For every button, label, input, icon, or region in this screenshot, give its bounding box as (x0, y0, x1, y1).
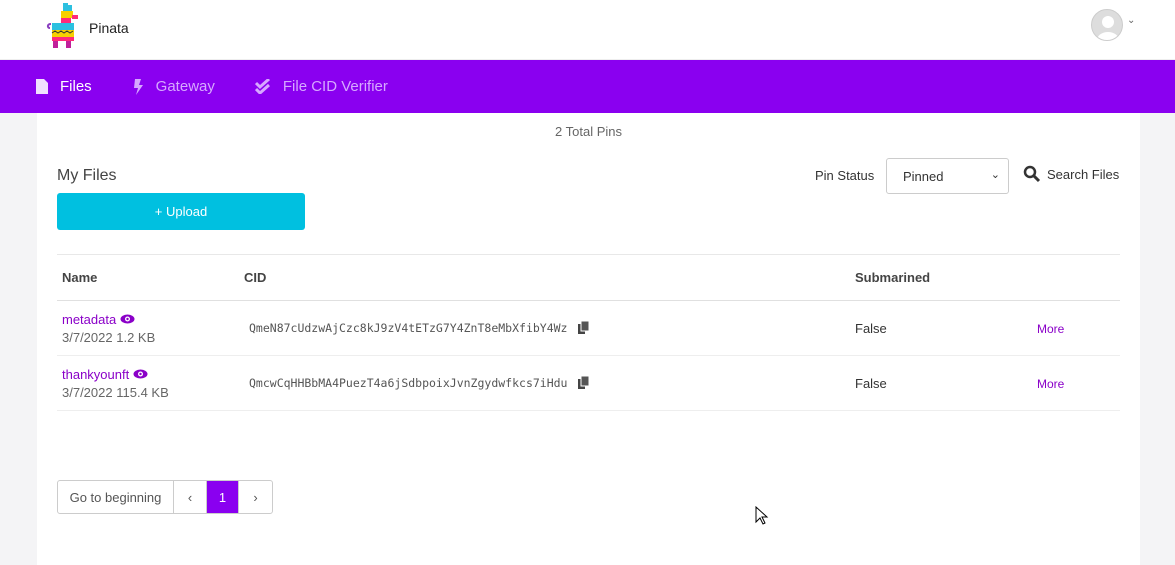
total-pins: 2 Total Pins (555, 124, 622, 139)
chevron-right-icon: › (253, 489, 258, 505)
chevron-down-icon: ⌄ (990, 169, 1000, 181)
more-cell: More (1009, 300, 1120, 356)
go-to-beginning-button[interactable]: Go to beginning (58, 481, 174, 513)
file-name-link[interactable]: metadata (62, 312, 116, 327)
table-row: thankyounft 3/7/2022 115.4 KB QmcwCqHHBbM… (57, 355, 1120, 411)
name-cell: metadata 3/7/2022 1.2 KB (57, 300, 239, 356)
more-button[interactable]: More (1037, 377, 1064, 391)
upload-button[interactable]: + Upload (57, 193, 305, 230)
brand-name: Pinata (89, 20, 129, 36)
col-name: Name (57, 254, 239, 301)
file-date: 3/7/2022 (62, 384, 113, 400)
search-label: Search Files (1047, 166, 1120, 182)
nav-files[interactable]: Files (36, 78, 92, 95)
pin-status-value: Pinned (903, 169, 944, 184)
eye-icon[interactable] (133, 369, 148, 379)
eye-icon[interactable] (120, 314, 135, 324)
nav-label: Files (60, 78, 92, 95)
more-cell: More (1009, 355, 1120, 411)
main-nav: Files Gateway File CID Verifier (0, 60, 1175, 113)
nav-label: File CID Verifier (282, 78, 388, 95)
file-size: 115.4 KB (116, 384, 169, 400)
chevron-down-icon[interactable]: ⌄ (1127, 15, 1135, 26)
file-icon (36, 79, 48, 94)
file-name-link[interactable]: thankyounft (62, 367, 129, 382)
prev-page-button[interactable]: ‹ (174, 481, 207, 513)
cid-value: QmcwCqHHBbMA4PuezT4a6jSdbpoixJvnZgydwfkc… (249, 376, 568, 390)
col-actions (1009, 254, 1120, 301)
file-size: 1.2 KB (116, 329, 156, 345)
submarined-cell: False (850, 300, 1009, 356)
col-submarined: Submarined (850, 254, 1009, 301)
pagination: Go to beginning ‹ 1 › (57, 480, 273, 514)
nav-label: Gateway (155, 78, 215, 95)
double-check-icon (254, 79, 270, 94)
top-bar: Pinata ⌄ (0, 0, 1175, 60)
more-button[interactable]: More (1037, 322, 1064, 336)
mouse-cursor-icon (755, 506, 769, 525)
pinata-logo[interactable] (46, 3, 80, 49)
pin-status-label: Pin Status (815, 168, 875, 183)
nav-file-cid-verifier[interactable]: File CID Verifier (254, 78, 388, 95)
files-table: Name CID Submarined metadata 3/7/2022 1.2… (57, 254, 1120, 411)
cid-cell: QmeN87cUdzwAjCzc8kJ9zV4tETzG7Y4ZnT8eMbXf… (239, 300, 850, 356)
col-cid: CID (239, 254, 850, 301)
submarined-cell: False (850, 355, 1009, 411)
files-card: 2 Total Pins My Files + Upload Pin Statu… (37, 113, 1140, 565)
copy-icon[interactable] (578, 320, 590, 334)
next-page-button[interactable]: › (239, 481, 272, 513)
file-date: 3/7/2022 (62, 329, 113, 345)
bolt-icon (133, 78, 143, 95)
chevron-left-icon: ‹ (187, 489, 193, 505)
user-avatar[interactable] (1091, 9, 1123, 41)
table-row: metadata 3/7/2022 1.2 KB QmeN87cUdzwAjCzc… (57, 300, 1120, 356)
name-cell: thankyounft 3/7/2022 115.4 KB (57, 355, 239, 411)
copy-icon[interactable] (578, 375, 590, 389)
page-1-button[interactable]: 1 (207, 481, 239, 513)
cid-value: QmeN87cUdzwAjCzc8kJ9zV4tETzG7Y4ZnT8eMbXf… (249, 321, 568, 335)
page-title: My Files (57, 167, 117, 184)
search-icon (1023, 165, 1041, 183)
cid-cell: QmcwCqHHBbMA4PuezT4a6jSdbpoixJvnZgydwfkc… (239, 355, 850, 411)
nav-gateway[interactable]: Gateway (132, 78, 215, 95)
pin-status-select[interactable]: Pinned ⌄ (886, 158, 1009, 194)
search-files-button[interactable]: Search Files (1023, 165, 1119, 183)
